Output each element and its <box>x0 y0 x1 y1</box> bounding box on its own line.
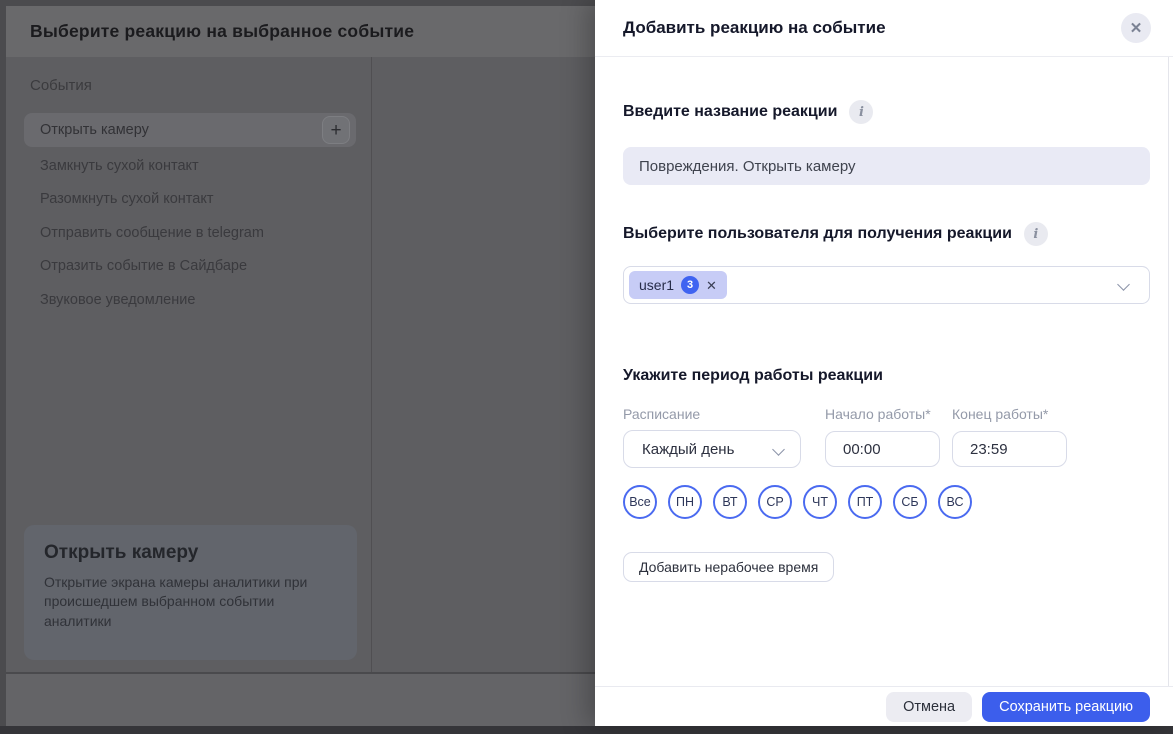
period-field-labels: Расписание Начало работы* Конец работы* <box>623 406 1150 422</box>
background-dialog-body: События Открыть камеру + Замкнуть сухой … <box>6 57 595 672</box>
period-heading: Укажите период работы реакции <box>623 367 1150 385</box>
reaction-name-input[interactable] <box>623 147 1150 185</box>
schedule-select-value: Каждый день <box>642 440 735 458</box>
scrollbar-track[interactable] <box>1168 57 1169 686</box>
modal-body: Введите название реакции i Выберите поль… <box>595 100 1173 582</box>
event-item-label: Открыть камеру <box>40 122 149 138</box>
day-toggle-thu[interactable]: ЧТ <box>803 485 837 519</box>
end-time-label: Конец работы* <box>952 406 1049 422</box>
day-toggle-mon[interactable]: ПН <box>668 485 702 519</box>
day-toggle-wed[interactable]: СР <box>758 485 792 519</box>
user-count-badge: 3 <box>681 276 700 294</box>
event-item[interactable]: Звуковое уведомление <box>24 283 356 317</box>
info-icon[interactable]: i <box>1023 222 1048 246</box>
start-time-label: Начало работы* <box>825 406 931 422</box>
day-toggle-tue[interactable]: ВТ <box>713 485 747 519</box>
events-list: Замкнуть сухой контакт Разомкнуть сухой … <box>24 149 356 317</box>
weekday-toggle-row: Все ПН ВТ СР ЧТ ПТ СБ ВС <box>623 485 1150 519</box>
chip-remove-icon[interactable]: ✕ <box>706 279 717 292</box>
modal-title: Добавить реакцию на событие <box>623 18 886 37</box>
event-card-description: Открытие экрана камеры аналитики при про… <box>44 574 308 629</box>
close-icon[interactable]: ✕ <box>1121 13 1151 43</box>
event-description-card: Открыть камеру Открытие экрана камеры ан… <box>24 525 357 660</box>
modal-footer: Отмена Сохранить реакцию <box>595 686 1173 726</box>
cancel-button[interactable]: Отмена <box>886 691 973 722</box>
info-icon[interactable]: i <box>849 100 874 124</box>
window-bottom-edge <box>0 726 1173 734</box>
event-item-selected[interactable]: Открыть камеру + <box>24 113 356 147</box>
user-multiselect[interactable]: user1 3 ✕ <box>623 266 1150 304</box>
save-reaction-button[interactable]: Сохранить реакцию <box>982 691 1150 722</box>
user-select-heading: Выберите пользователя для получения реак… <box>623 222 1150 246</box>
period-controls-row: Каждый день <box>623 430 1150 468</box>
add-downtime-button[interactable]: Добавить нерабочее время <box>623 552 835 582</box>
start-time-input[interactable] <box>825 431 940 467</box>
modal-header: Добавить реакцию на событие ✕ <box>595 0 1173 57</box>
background-dialog-title: Выберите реакцию на выбранное событие <box>30 21 415 41</box>
user-chip: user1 3 ✕ <box>629 271 727 299</box>
event-item[interactable]: Отправить сообщение в telegram <box>24 216 356 250</box>
event-item[interactable]: Разомкнуть сухой контакт <box>24 183 356 217</box>
events-section-label: События <box>30 77 92 94</box>
event-item[interactable]: Замкнуть сухой контакт <box>24 149 356 183</box>
add-reaction-modal: Добавить реакцию на событие ✕ Введите на… <box>595 0 1173 726</box>
user-chip-label: user1 <box>639 277 675 293</box>
period-heading-text: Укажите период работы реакции <box>623 367 883 384</box>
schedule-label: Расписание <box>623 406 701 422</box>
day-toggle-sat[interactable]: СБ <box>893 485 927 519</box>
day-toggle-all[interactable]: Все <box>623 485 657 519</box>
add-event-reaction-button[interactable]: + <box>322 116 350 144</box>
event-card-title: Открыть камеру <box>44 542 199 563</box>
background-dialog-footer <box>6 672 595 726</box>
day-toggle-sun[interactable]: ВС <box>938 485 972 519</box>
chevron-down-icon <box>774 445 784 455</box>
schedule-select[interactable]: Каждый день <box>623 430 801 468</box>
background-dialog-header: Выберите реакцию на выбранное событие <box>6 6 595 57</box>
chevron-down-icon <box>1119 280 1129 290</box>
reaction-name-heading: Введите название реакции i <box>623 100 1150 124</box>
day-toggle-fri[interactable]: ПТ <box>848 485 882 519</box>
end-time-input[interactable] <box>952 431 1067 467</box>
user-select-heading-text: Выберите пользователя для получения реак… <box>623 225 1012 242</box>
event-item[interactable]: Отразить событие в Сайдбаре <box>24 250 356 284</box>
vertical-divider <box>371 57 372 672</box>
reaction-name-heading-text: Введите название реакции <box>623 103 838 120</box>
